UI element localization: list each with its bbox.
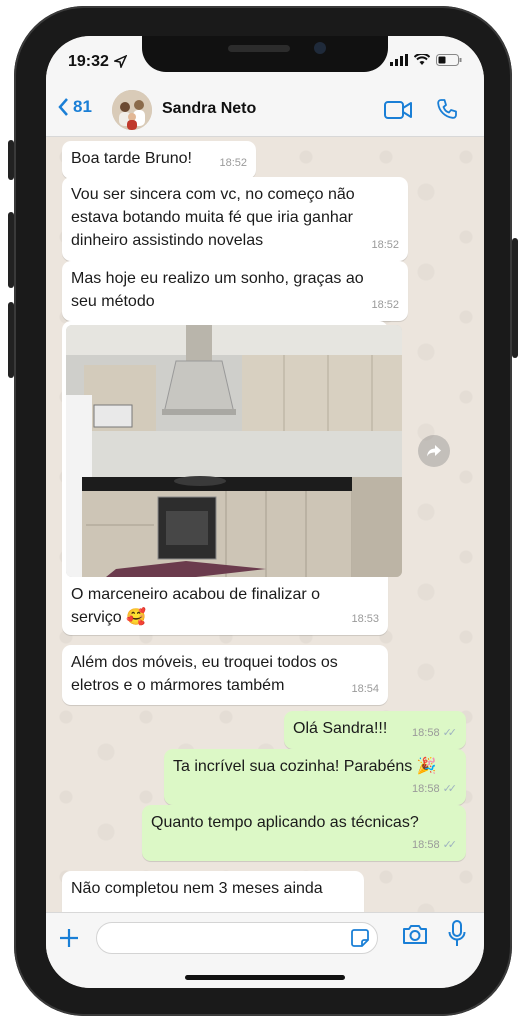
message-time: 18:58 [412, 839, 440, 851]
message-status: 18:58 ✓✓ [412, 778, 457, 801]
message-input[interactable] [96, 922, 378, 954]
volume-down-button [8, 302, 14, 378]
message-text: Além dos móveis, eu troquei todos os ele… [71, 654, 338, 694]
message-incoming[interactable]: Mas hoje eu realizo um sonho, graças ao … [62, 261, 408, 321]
message-text: Ta incrível sua cozinha! Parabéns 🎉 [173, 758, 437, 775]
read-receipt-icon: ✓✓ [442, 839, 458, 851]
message-incoming[interactable]: Vou ser sincera com vc, no começo não es… [62, 177, 408, 261]
microphone-icon[interactable] [448, 920, 466, 948]
back-button[interactable]: 81 [58, 97, 92, 117]
message-incoming[interactable]: Boa tarde Bruno! 18:52 [62, 141, 256, 179]
battery-icon [436, 54, 462, 66]
forward-icon [427, 445, 441, 457]
video-call-icon[interactable] [384, 100, 412, 120]
read-receipt-icon: ✓✓ [442, 727, 458, 739]
message-time: 18:53 [351, 613, 379, 625]
back-chevron-icon [58, 98, 68, 116]
mute-switch [8, 140, 14, 180]
power-button [512, 238, 518, 358]
chat-header: 81 Sandra Neto [46, 84, 484, 137]
home-indicator [185, 975, 345, 980]
message-outgoing[interactable]: Ta incrível sua cozinha! Parabéns 🎉 18:5… [164, 749, 466, 805]
image-caption: O marceneiro acabou de finalizar o servi… [71, 586, 321, 626]
phone-call-icon[interactable] [436, 98, 458, 120]
contact-name[interactable]: Sandra Neto [162, 100, 256, 118]
message-time: 18:52 [371, 239, 399, 251]
screen: 19:32 81 Sandra Neto Boa tarde Bruno! 18… [46, 36, 484, 988]
notch [142, 36, 388, 72]
plus-button[interactable] [58, 921, 80, 955]
message-image[interactable]: O marceneiro acabou de finalizar o servi… [62, 321, 402, 635]
wifi-icon [414, 54, 430, 65]
unread-count: 81 [73, 97, 92, 116]
volume-up-button [8, 212, 14, 288]
signal-icon [390, 54, 408, 66]
chat-area[interactable]: Boa tarde Bruno! 18:52 Vou ser sincera c… [46, 137, 484, 923]
status-time: 19:32 [68, 53, 109, 70]
plus-icon [60, 929, 78, 947]
message-incoming[interactable]: Além dos móveis, eu troquei todos os ele… [62, 645, 388, 705]
read-receipt-icon: ✓✓ [442, 783, 458, 795]
message-time: 18:52 [371, 299, 399, 311]
forward-button[interactable] [418, 435, 450, 467]
message-status: 18:58 ✓✓ [412, 834, 457, 857]
message-time: 18:54 [351, 683, 379, 695]
message-time: 18:52 [219, 157, 247, 169]
kitchen-photo[interactable] [66, 325, 402, 577]
sticker-icon[interactable] [351, 929, 369, 947]
message-text: Boa tarde Bruno! [71, 150, 192, 167]
message-text: Não completou nem 3 meses ainda [71, 880, 323, 897]
message-outgoing[interactable]: Quanto tempo aplicando as técnicas? 18:5… [142, 805, 466, 861]
message-outgoing[interactable]: Olá Sandra!!! 18:58 ✓✓ [284, 711, 466, 749]
camera-icon[interactable] [402, 923, 428, 945]
location-arrow-icon [114, 55, 127, 68]
message-status: 18:58 ✓✓ [412, 722, 457, 745]
message-text: Vou ser sincera com vc, no começo não es… [71, 186, 355, 249]
message-text: Mas hoje eu realizo um sonho, graças ao … [71, 270, 364, 310]
message-time: 18:58 [412, 783, 440, 795]
message-text: Olá Sandra!!! [293, 720, 388, 737]
avatar[interactable] [112, 90, 152, 130]
message-time: 18:58 [412, 727, 440, 739]
message-text: Quanto tempo aplicando as técnicas? [151, 814, 419, 831]
